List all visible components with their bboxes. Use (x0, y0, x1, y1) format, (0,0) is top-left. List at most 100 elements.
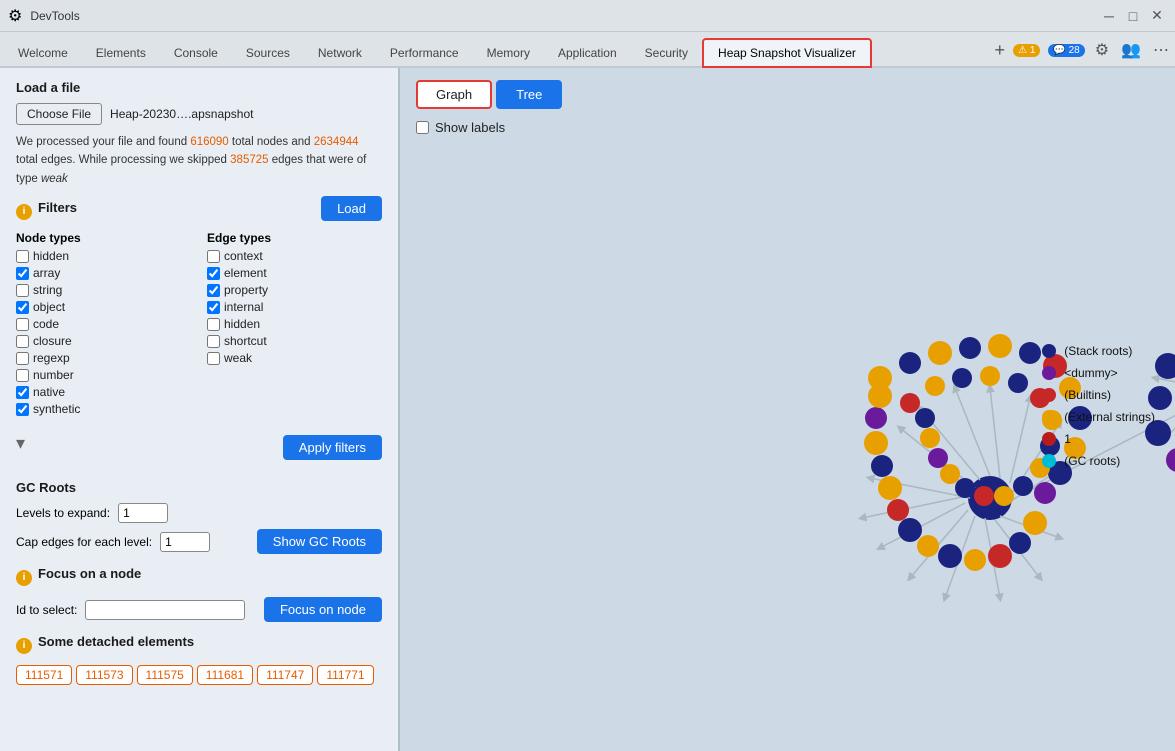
legend-stack-roots: (Stack roots) (1042, 344, 1155, 358)
tab-network[interactable]: Network (304, 40, 376, 66)
filter-synthetic-checkbox[interactable] (16, 403, 29, 416)
message-badge: 💬 28 (1048, 44, 1084, 57)
tab-security[interactable]: Security (631, 40, 702, 66)
file-info-text: We processed your file and found 616090 … (16, 133, 382, 188)
filter-number: number (16, 368, 191, 382)
legend-external-strings: (External strings) (1042, 410, 1155, 424)
chip-111681[interactable]: 111681 (197, 665, 253, 685)
file-name-display: Heap-20230….apsnapshot (110, 107, 253, 121)
filter-context: context (207, 249, 382, 263)
id-label: Id to select: (16, 603, 77, 617)
filter-string-checkbox[interactable] (16, 284, 29, 297)
tab-elements[interactable]: Elements (82, 40, 160, 66)
cap-row: Cap edges for each level: Show GC Roots (16, 529, 382, 554)
filter-closure: closure (16, 334, 191, 348)
settings-icon[interactable]: ⚙ (1093, 38, 1111, 62)
legend-dot-1 (1042, 432, 1056, 446)
filter-weak: weak (207, 351, 382, 365)
legend-label-builtins: (Builtins) (1064, 388, 1111, 402)
filters-title: Filters (38, 200, 77, 215)
filter-hidden-edge-checkbox[interactable] (207, 318, 220, 331)
load-button[interactable]: Load (321, 196, 382, 221)
chip-111747[interactable]: 111747 (257, 665, 313, 685)
filter-regexp: regexp (16, 351, 191, 365)
tab-performance[interactable]: Performance (376, 40, 473, 66)
filter-hidden-edge: hidden (207, 317, 382, 331)
tab-console[interactable]: Console (160, 40, 232, 66)
show-labels-label: Show labels (435, 120, 505, 135)
chip-111771[interactable]: 111771 (317, 665, 373, 685)
chip-111575[interactable]: 111575 (137, 665, 193, 685)
filter-property-checkbox[interactable] (207, 284, 220, 297)
graph-tab-button[interactable]: Graph (416, 80, 492, 109)
filter-code-checkbox[interactable] (16, 318, 29, 331)
legend-label-dummy: <dummy> (1064, 366, 1117, 380)
maximize-button[interactable]: □ (1123, 6, 1143, 26)
file-section-title: Load a file (16, 80, 382, 95)
chip-111573[interactable]: 111573 (76, 665, 132, 685)
filter-closure-checkbox[interactable] (16, 335, 29, 348)
cap-input[interactable] (160, 532, 210, 552)
legend-builtins: (Builtins) (1042, 388, 1155, 402)
devtools-icon: ⚙ (8, 6, 22, 26)
left-panel: Load a file Choose File Heap-20230….apsn… (0, 68, 400, 751)
choose-file-button[interactable]: Choose File (16, 103, 102, 125)
share-icon[interactable]: 👥 (1119, 38, 1143, 62)
tab-sources[interactable]: Sources (232, 40, 304, 66)
filter-hidden-checkbox[interactable] (16, 250, 29, 263)
apply-filters-button[interactable]: Apply filters (283, 435, 382, 460)
cap-label: Cap edges for each level: (16, 535, 152, 549)
warning-badge: ⚠ 1 (1013, 44, 1040, 57)
detached-info-icon: i (16, 638, 32, 654)
graph-toolbar: Graph Tree (416, 80, 562, 109)
tab-bar-right: + ⚠ 1 💬 28 ⚙ 👥 ⋯ (995, 38, 1171, 66)
levels-input[interactable] (118, 503, 168, 523)
title-bar-controls: ─ □ ✕ (1099, 6, 1167, 26)
id-select-input[interactable] (85, 600, 245, 620)
tab-heap-snapshot[interactable]: Heap Snapshot Visualizer (702, 38, 872, 68)
tab-memory[interactable]: Memory (473, 40, 544, 66)
gc-roots-section: GC Roots Levels to expand: Cap edges for… (16, 472, 382, 554)
add-tab-button[interactable]: + (995, 41, 1006, 59)
show-gc-roots-button[interactable]: Show GC Roots (257, 529, 382, 554)
gc-roots-title: GC Roots (16, 480, 382, 495)
filter-object-checkbox[interactable] (16, 301, 29, 314)
tab-bar: Welcome Elements Console Sources Network… (0, 32, 1175, 68)
detached-title: Some detached elements (38, 634, 194, 649)
legend-label-1: 1 (1064, 432, 1071, 446)
legend-gc-roots: (GC roots) (1042, 454, 1155, 468)
detached-header: i Some detached elements (16, 634, 382, 657)
filter-element-checkbox[interactable] (207, 267, 220, 280)
graph-legend: (Stack roots) <dummy> (Builtins) (Extern… (1042, 344, 1155, 476)
tab-welcome[interactable]: Welcome (4, 40, 82, 66)
filter-internal-checkbox[interactable] (207, 301, 220, 314)
filter-number-checkbox[interactable] (16, 369, 29, 382)
filter-property: property (207, 283, 382, 297)
minimize-button[interactable]: ─ (1099, 6, 1119, 26)
filter-hidden: hidden (16, 249, 191, 263)
edge-types-title: Edge types (207, 231, 382, 245)
filter-native: native (16, 385, 191, 399)
focus-on-node-button[interactable]: Focus on node (264, 597, 382, 622)
more-options-icon[interactable]: ⋯ (1151, 38, 1171, 62)
chip-111571[interactable]: 111571 (16, 665, 72, 685)
filter-native-checkbox[interactable] (16, 386, 29, 399)
filter-array: array (16, 266, 191, 280)
close-button[interactable]: ✕ (1147, 6, 1167, 26)
filter-weak-checkbox[interactable] (207, 352, 220, 365)
levels-row: Levels to expand: (16, 503, 382, 523)
legend-dummy: <dummy> (1042, 366, 1155, 380)
title-bar: ⚙ DevTools ─ □ ✕ (0, 0, 1175, 32)
show-labels-checkbox[interactable] (416, 121, 429, 134)
filter-element: element (207, 266, 382, 280)
focus-node-section: i Focus on a node Id to select: Focus on… (16, 566, 382, 622)
tab-application[interactable]: Application (544, 40, 631, 66)
filter-synthetic: synthetic (16, 402, 191, 416)
filter-shortcut: shortcut (207, 334, 382, 348)
tree-tab-button[interactable]: Tree (496, 80, 562, 109)
filter-context-checkbox[interactable] (207, 250, 220, 263)
filter-shortcut-checkbox[interactable] (207, 335, 220, 348)
filter-regexp-checkbox[interactable] (16, 352, 29, 365)
legend-dot-gc-roots (1042, 454, 1056, 468)
filter-array-checkbox[interactable] (16, 267, 29, 280)
